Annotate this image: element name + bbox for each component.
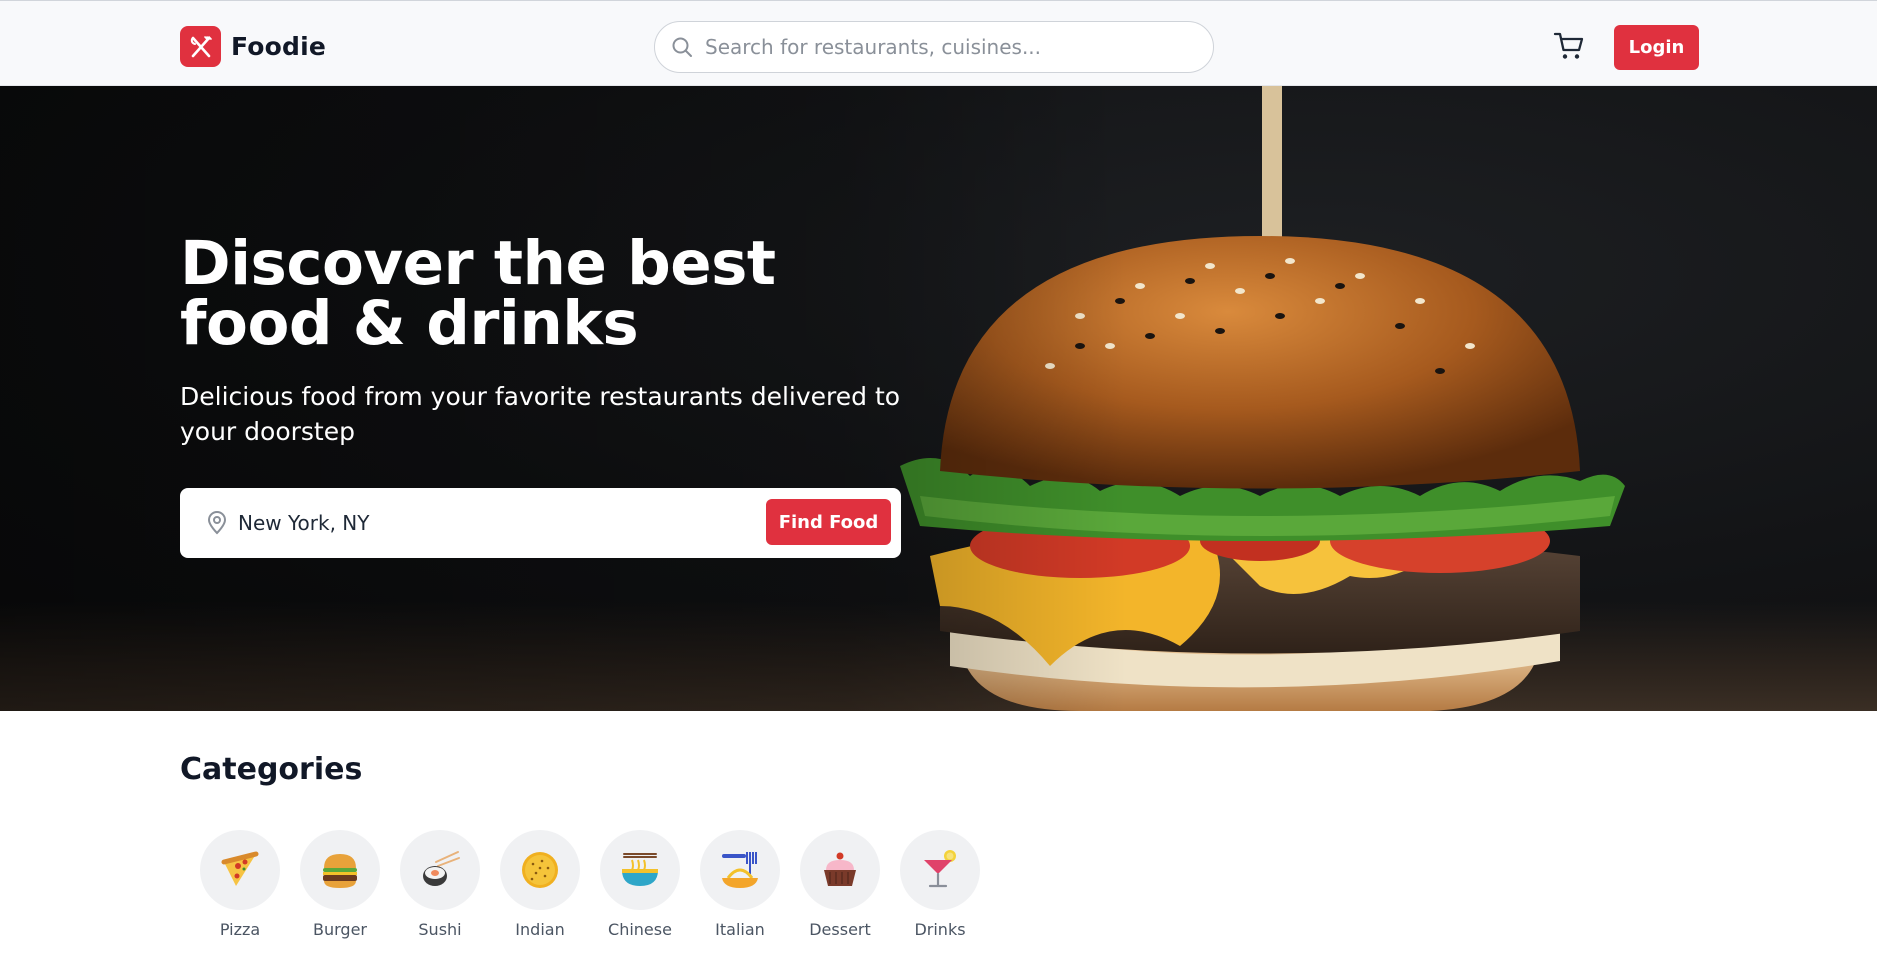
location-search-box[interactable]: Find Food	[180, 488, 901, 558]
hero-banner: Discover the best food & drinks Deliciou…	[0, 86, 1877, 711]
header-search-bar[interactable]	[654, 21, 1214, 73]
utensils-icon	[180, 26, 221, 67]
search-input[interactable]	[705, 35, 1185, 59]
category-label: Dessert	[809, 920, 871, 939]
category-burger[interactable]: Burger	[290, 830, 390, 939]
categories-heading: Categories	[180, 752, 363, 787]
category-label: Pizza	[219, 920, 261, 939]
sushi-icon	[400, 830, 480, 910]
category-label: Sushi	[418, 920, 462, 939]
location-input[interactable]	[238, 511, 738, 535]
category-drinks[interactable]: Drinks	[890, 830, 990, 939]
category-sushi[interactable]: Sushi	[390, 830, 490, 939]
category-label: Indian	[515, 920, 565, 939]
category-dessert[interactable]: Dessert	[790, 830, 890, 939]
category-label: Drinks	[914, 920, 966, 939]
category-indian[interactable]: Indian	[490, 830, 590, 939]
burger-icon	[300, 830, 380, 910]
login-button[interactable]: Login	[1614, 25, 1699, 70]
category-label: Chinese	[608, 920, 672, 939]
location-pin-icon	[207, 511, 227, 535]
pizza-icon	[200, 830, 280, 910]
categories-list: Pizza Burger Sushi Indian Chinese Italia…	[190, 830, 990, 939]
category-label: Burger	[313, 920, 367, 939]
category-italian[interactable]: Italian	[690, 830, 790, 939]
category-pizza[interactable]: Pizza	[190, 830, 290, 939]
indian-icon	[500, 830, 580, 910]
category-label: Italian	[715, 920, 765, 939]
search-icon	[672, 37, 692, 57]
brand-name: Foodie	[231, 32, 327, 61]
find-food-button[interactable]: Find Food	[766, 499, 891, 545]
cart-icon[interactable]	[1553, 31, 1585, 61]
drinks-icon	[900, 830, 980, 910]
dessert-icon	[800, 830, 880, 910]
category-chinese[interactable]: Chinese	[590, 830, 690, 939]
hero-subtitle: Delicious food from your favorite restau…	[180, 382, 901, 446]
top-navbar: Foodie Login	[0, 0, 1877, 86]
brand-logo[interactable]: Foodie	[180, 26, 326, 67]
chinese-icon	[600, 830, 680, 910]
hero-title: Discover the best food & drinks	[180, 228, 776, 359]
italian-icon	[700, 830, 780, 910]
